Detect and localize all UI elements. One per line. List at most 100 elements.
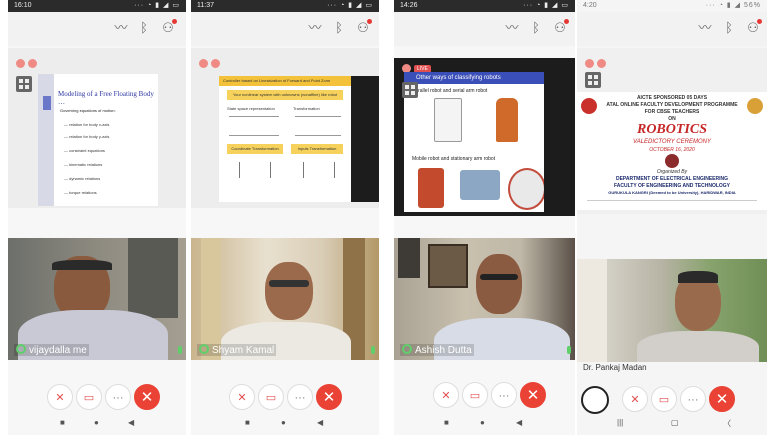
- wave-icon[interactable]: 〰: [113, 20, 129, 36]
- slide-box: Your nonlinear system with unknowns (non…: [227, 90, 343, 100]
- call-controls: ✕ ▭ ··· ✕: [394, 376, 575, 416]
- bluetooth-icon[interactable]: ᛒ: [721, 20, 737, 36]
- top-bar: 〰 ᛒ ⚇: [394, 12, 575, 46]
- wall-picture: [428, 244, 468, 288]
- home-icon[interactable]: ▢: [671, 418, 679, 427]
- robot-image-4: [460, 170, 500, 200]
- slide-bullet-7: — torque relations: [64, 190, 97, 195]
- screen-share: LIVE Other ways of classifying robots Pa…: [394, 58, 575, 216]
- end-call-button[interactable]: ✕: [134, 384, 160, 410]
- video-tile[interactable]: [577, 259, 767, 362]
- banner-line-2: ATAL ONLINE FACULTY DEVELOPMENT PROGRAMM…: [606, 102, 738, 108]
- banner-date: OCTOBER 16, 2020: [649, 147, 695, 153]
- recents-icon[interactable]: |||: [617, 418, 623, 427]
- mic-indicator-icon: [371, 346, 375, 354]
- more-icon[interactable]: ···: [491, 382, 517, 408]
- mute-icon[interactable]: ✕: [622, 386, 648, 412]
- window-dots: [585, 55, 609, 73]
- meeting-panel-4: 4:20 ··· ◔ ▮ ◢ 56% 〰 ᛒ ⚇ AICTE SPONSORED …: [577, 0, 767, 435]
- record-button[interactable]: [581, 386, 609, 414]
- recents-icon[interactable]: ■: [245, 418, 250, 427]
- end-call-button[interactable]: ✕: [316, 384, 342, 410]
- mute-icon[interactable]: ✕: [229, 384, 255, 410]
- bluetooth-icon[interactable]: ᛒ: [528, 20, 544, 36]
- more-icon[interactable]: ···: [287, 384, 313, 410]
- back-icon[interactable]: ◀: [128, 418, 134, 427]
- curtain: [577, 259, 607, 362]
- back-icon[interactable]: ◀: [516, 418, 522, 427]
- mute-icon[interactable]: ✕: [47, 384, 73, 410]
- shared-slide: Controller based on Linearization of For…: [219, 76, 351, 202]
- video-tile[interactable]: Shyam Kamal: [191, 238, 379, 360]
- participants-icon[interactable]: ⚇: [355, 19, 372, 36]
- slide-bar-right: Inputs Transformation: [291, 144, 343, 154]
- top-bar: 〰 ᛒ ⚇: [191, 12, 379, 46]
- nav-bar: ■ ● ◀: [191, 413, 379, 435]
- banner-ceremony: VALEDICTORY CEREMONY: [633, 139, 711, 145]
- participants-icon[interactable]: ⚇: [160, 19, 177, 36]
- home-icon[interactable]: ●: [94, 418, 99, 427]
- participant-name: vijaydalla me: [14, 344, 89, 356]
- seal-icon: [665, 154, 679, 168]
- wave-icon[interactable]: 〰: [504, 20, 520, 36]
- nav-bar: ■ ● ◀: [394, 413, 575, 435]
- mute-icon[interactable]: ✕: [433, 382, 459, 408]
- screen-share: Controller based on Linearization of For…: [191, 48, 379, 208]
- participant-name: Shyam Kamal: [197, 344, 277, 356]
- banner-line-1: AICTE SPONSORED 05 DAYS: [636, 95, 708, 101]
- back-icon[interactable]: 〈: [723, 418, 731, 429]
- minimize-dot[interactable]: [597, 59, 606, 69]
- bluetooth-icon[interactable]: ᛒ: [331, 20, 347, 36]
- minimize-dot[interactable]: [28, 59, 37, 69]
- participants-icon[interactable]: ⚇: [552, 19, 569, 36]
- close-dot[interactable]: [585, 59, 594, 69]
- slide-bullet-5: — kinematic relations: [64, 162, 103, 167]
- video-tile[interactable]: Ashish Dutta: [394, 238, 575, 360]
- banner-topic: ROBOTICS: [636, 122, 708, 137]
- meeting-panel-2: 11:37 ··· ◔ ▮ ◢ ▭ 〰 ᛒ ⚇ Controller based …: [191, 0, 379, 435]
- recents-icon[interactable]: ■: [444, 418, 449, 427]
- robot-image-1: [434, 98, 462, 142]
- screen-share: Modeling of a Free Floating Body … Gover…: [8, 48, 186, 208]
- wave-icon[interactable]: 〰: [697, 20, 713, 36]
- more-icon[interactable]: ···: [105, 384, 131, 410]
- slide-bullet-1: Governing equations of motion:: [60, 108, 116, 113]
- call-controls: ✕ ▭ ··· ✕: [8, 378, 186, 418]
- call-controls: ✕ ▭ ··· ✕: [191, 378, 379, 418]
- participants-icon[interactable]: ⚇: [745, 19, 762, 36]
- status-bar: 14:26 ··· ◔ ▮ ◢ ▭: [394, 0, 575, 12]
- close-dot[interactable]: [16, 59, 25, 69]
- screen-share: AICTE SPONSORED 05 DAYS ATAL ONLINE FACU…: [577, 48, 767, 214]
- grid-view-icon[interactable]: [402, 82, 418, 98]
- wave-icon[interactable]: 〰: [307, 20, 323, 36]
- more-icon[interactable]: ···: [680, 386, 706, 412]
- person-video: [265, 262, 313, 320]
- slide-bullet-6: — dynamic relations: [64, 176, 101, 181]
- video-tile[interactable]: vijaydalla me: [8, 238, 186, 360]
- slide-left-heading: State space representation: [227, 106, 275, 111]
- home-icon[interactable]: ●: [281, 418, 286, 427]
- robot-image-2: [496, 98, 518, 142]
- home-icon[interactable]: ●: [480, 418, 485, 427]
- slide-title: Modeling of a Free Floating Body …: [58, 90, 154, 106]
- end-call-button[interactable]: ✕: [520, 382, 546, 408]
- video-off-icon[interactable]: ▭: [258, 384, 284, 410]
- grid-view-icon[interactable]: [16, 76, 32, 92]
- video-off-icon[interactable]: ▭: [76, 384, 102, 410]
- close-dot[interactable]: [199, 59, 208, 69]
- video-off-icon[interactable]: ▭: [462, 382, 488, 408]
- bluetooth-icon[interactable]: ᛒ: [136, 20, 152, 36]
- robot-image-5: [508, 168, 544, 210]
- meeting-panel-1: 16:10 ··· ◔ ▮ ◢ ▭ 〰 ᛒ ⚇ Modeling of a Fre…: [8, 0, 186, 435]
- recents-icon[interactable]: ■: [60, 418, 65, 427]
- top-bar: 〰 ᛒ ⚇: [8, 12, 186, 46]
- minimize-dot[interactable]: [211, 59, 220, 69]
- end-call-button[interactable]: ✕: [709, 386, 735, 412]
- person-video: [476, 254, 522, 314]
- video-off-icon[interactable]: ▭: [651, 386, 677, 412]
- slide-bullet-2: — relation for body x-axis: [64, 122, 110, 127]
- nav-bar: ||| ▢ 〈: [577, 413, 767, 435]
- social-strip: [587, 200, 757, 207]
- grid-view-icon[interactable]: [585, 72, 601, 88]
- back-icon[interactable]: ◀: [317, 418, 323, 427]
